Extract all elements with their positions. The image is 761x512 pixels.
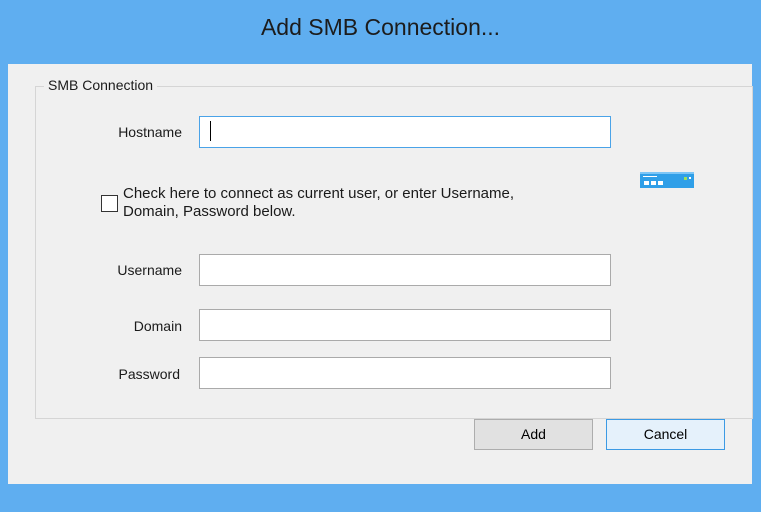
- title-bar[interactable]: Add SMB Connection...: [0, 0, 761, 64]
- password-label: Password: [118, 366, 180, 382]
- group-label: SMB Connection: [44, 77, 158, 93]
- username-input[interactable]: [199, 254, 611, 286]
- checkbox-label-line2: Domain, Password below.: [123, 203, 296, 220]
- checkbox-label-line1: Check here to connect as current user, o…: [123, 185, 515, 202]
- username-label: Username: [117, 262, 182, 278]
- add-button[interactable]: Add: [474, 419, 593, 450]
- connect-as-current-user-label: Check here to connect as current user, o…: [123, 185, 623, 221]
- password-input[interactable]: [199, 357, 611, 389]
- domain-label: Domain: [133, 318, 182, 334]
- connect-as-current-user-checkbox[interactable]: [101, 195, 118, 212]
- network-storage-icon: [640, 172, 694, 188]
- cancel-button[interactable]: Cancel: [606, 419, 725, 450]
- hostname-input[interactable]: [199, 116, 611, 148]
- window-title: Add SMB Connection...: [260, 14, 501, 40]
- text-caret: [210, 121, 211, 141]
- hostname-label: Hostname: [118, 124, 182, 140]
- domain-input[interactable]: [199, 309, 611, 341]
